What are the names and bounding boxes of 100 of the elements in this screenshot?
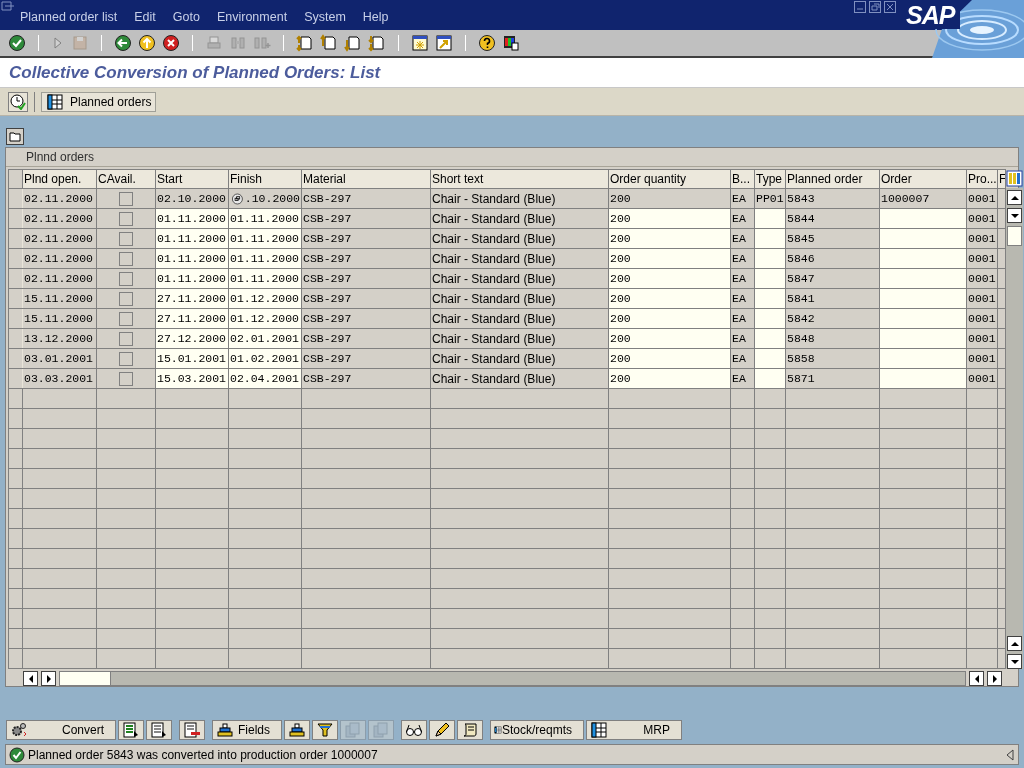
column-header[interactable]: Pro... xyxy=(966,169,998,189)
checkbox[interactable] xyxy=(119,211,133,226)
scroll-thumb[interactable] xyxy=(1007,226,1022,246)
checkbox[interactable] xyxy=(119,311,133,326)
previous-page-icon[interactable] xyxy=(320,34,338,52)
scroll-down-button[interactable] xyxy=(1007,654,1022,669)
table-cell-text: 01.11.2000 xyxy=(157,210,226,227)
triangle-icon[interactable] xyxy=(1005,748,1015,761)
row-selector[interactable] xyxy=(8,568,23,589)
row-selector[interactable] xyxy=(8,228,23,249)
menu-item[interactable]: Environment xyxy=(216,8,288,27)
row-selector[interactable] xyxy=(8,528,23,549)
row-selector[interactable] xyxy=(8,548,23,569)
sort-button[interactable] xyxy=(284,720,310,740)
column-header[interactable]: Start xyxy=(155,169,229,189)
column-header[interactable]: Material xyxy=(301,169,431,189)
close-icon[interactable] xyxy=(884,1,896,13)
row-selector[interactable] xyxy=(8,588,23,609)
scroll-right-button[interactable] xyxy=(41,671,56,686)
checkbox[interactable] xyxy=(119,351,133,366)
row-selector[interactable] xyxy=(8,608,23,629)
row-selector[interactable] xyxy=(8,468,23,489)
row-selector[interactable] xyxy=(8,388,23,409)
row-selector[interactable] xyxy=(8,368,23,389)
checkbox[interactable] xyxy=(119,331,133,346)
checkbox[interactable] xyxy=(119,271,133,286)
scroll-thumb[interactable] xyxy=(60,672,111,685)
column-header[interactable]: Finish xyxy=(228,169,302,189)
menu-item[interactable]: Edit xyxy=(134,8,156,27)
row-selector[interactable] xyxy=(8,408,23,429)
restore-icon[interactable] xyxy=(869,1,881,13)
row-selector[interactable] xyxy=(8,328,23,349)
back-icon[interactable] xyxy=(114,34,132,52)
check-icon[interactable] xyxy=(8,34,26,52)
column-header[interactable]: Short text xyxy=(430,169,609,189)
row-selector[interactable] xyxy=(8,628,23,649)
layout-icon[interactable] xyxy=(502,34,520,52)
popup-icon[interactable] xyxy=(232,191,243,206)
row-selector[interactable] xyxy=(8,308,23,329)
row-selector[interactable] xyxy=(8,188,23,209)
row-selector[interactable] xyxy=(8,428,23,449)
vertical-scrollbar[interactable] xyxy=(1006,188,1023,669)
select-all-button[interactable] xyxy=(118,720,144,740)
horizontal-scrollbar[interactable] xyxy=(59,671,966,686)
menu-item[interactable]: Planned order list xyxy=(20,8,118,27)
table-cell-text: Chair - Standard (Blue) xyxy=(432,270,556,288)
checkbox[interactable] xyxy=(119,291,133,306)
checkbox[interactable] xyxy=(119,371,133,386)
column-header[interactable]: Planned order xyxy=(785,169,880,189)
shortcut-icon[interactable] xyxy=(435,34,453,52)
column-header[interactable]: Order xyxy=(879,169,967,189)
column-header[interactable]: Plnd open. xyxy=(22,169,97,189)
column-header[interactable]: CAvail. xyxy=(96,169,156,189)
menu-item[interactable]: Help xyxy=(362,8,389,27)
scroll-left-button[interactable] xyxy=(23,671,38,686)
table-cell-text: 01.12.2000 xyxy=(230,290,299,307)
row-selector[interactable] xyxy=(8,508,23,529)
log-button[interactable] xyxy=(457,720,483,740)
row-selector[interactable] xyxy=(8,488,23,509)
scroll-left-button[interactable] xyxy=(969,671,984,686)
scroll-right-button[interactable] xyxy=(987,671,1002,686)
convert-button[interactable]: Convert xyxy=(6,720,116,740)
fields-button[interactable]: Fields xyxy=(212,720,282,740)
column-header[interactable]: Order quantity xyxy=(608,169,731,189)
planned-orders-button[interactable]: Planned orders xyxy=(41,91,157,112)
row-selector[interactable] xyxy=(8,248,23,269)
minimize-icon[interactable] xyxy=(854,1,866,13)
folder-button[interactable] xyxy=(6,128,24,145)
checkbox[interactable] xyxy=(119,231,133,246)
help-icon[interactable] xyxy=(478,34,496,52)
menu-item[interactable]: Goto xyxy=(172,8,200,27)
scroll-up-button[interactable] xyxy=(1007,190,1022,205)
scroll-up-button[interactable] xyxy=(1007,636,1022,651)
row-selector[interactable] xyxy=(8,348,23,369)
checkbox[interactable] xyxy=(119,191,133,206)
select-block-button[interactable] xyxy=(146,720,172,740)
new-window-icon[interactable] xyxy=(411,34,429,52)
window-icon[interactable] xyxy=(1,1,15,11)
scroll-down-button[interactable] xyxy=(1007,208,1022,223)
execute-button[interactable] xyxy=(8,91,28,112)
change-button[interactable] xyxy=(429,720,455,740)
display-button[interactable] xyxy=(401,720,427,740)
checkbox[interactable] xyxy=(119,251,133,266)
cancel-icon[interactable] xyxy=(162,34,180,52)
first-page-icon[interactable] xyxy=(296,34,314,52)
last-page-icon[interactable] xyxy=(368,34,386,52)
deselect-button[interactable] xyxy=(179,720,205,740)
next-page-icon[interactable] xyxy=(344,34,362,52)
stock-requirements-button[interactable]: Stock/reqmts xyxy=(490,720,584,740)
row-selector[interactable] xyxy=(8,208,23,229)
column-settings-icon[interactable] xyxy=(1006,169,1023,188)
column-header[interactable]: Type xyxy=(754,169,786,189)
row-selector[interactable] xyxy=(8,268,23,289)
filter-button[interactable] xyxy=(312,720,338,740)
column-header[interactable]: B... xyxy=(730,169,755,189)
row-selector[interactable] xyxy=(8,288,23,309)
mrp-button[interactable]: MRP xyxy=(586,720,682,740)
select-all-cell[interactable] xyxy=(8,169,23,189)
menu-item[interactable]: System xyxy=(304,8,346,27)
row-selector[interactable] xyxy=(8,448,23,469)
